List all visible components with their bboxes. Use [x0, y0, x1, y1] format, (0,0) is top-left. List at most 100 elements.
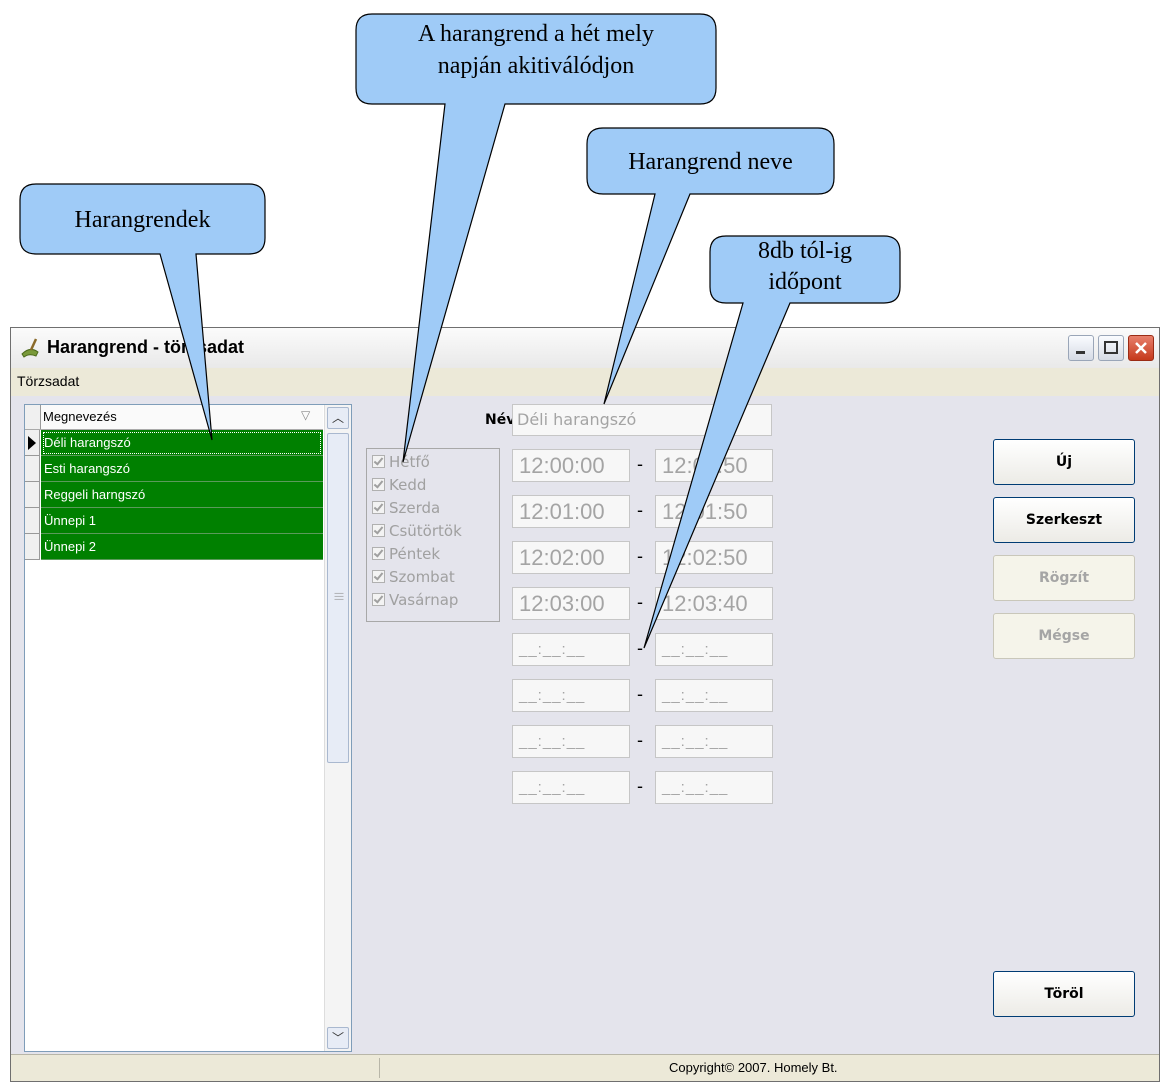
- day-checkbox-pentek[interactable]: Péntek: [372, 545, 440, 568]
- sort-filter-icon[interactable]: ▽: [301, 408, 310, 422]
- time-separator: -: [637, 546, 643, 566]
- close-button[interactable]: [1128, 335, 1154, 361]
- current-row-arrow-icon: [28, 436, 36, 450]
- checkbox-icon: [372, 593, 385, 606]
- time-to-4[interactable]: 12:03:40: [655, 587, 773, 620]
- time-to-6[interactable]: __:__:__: [655, 679, 773, 712]
- callout-times-line1: 8db tól-ig: [758, 238, 852, 264]
- menu-bar: Törzsadat: [11, 368, 1159, 396]
- callout-times-text: 8db tól-ig időpont: [710, 236, 900, 298]
- time-to-7[interactable]: __:__:__: [655, 725, 773, 758]
- time-to-1[interactable]: 12:00:50: [655, 449, 773, 482]
- time-from-4[interactable]: 12:03:00: [512, 587, 630, 620]
- status-divider: [379, 1058, 380, 1078]
- title-bar[interactable]: Harangrend - törzsadat: [11, 328, 1159, 369]
- time-from-6[interactable]: __:__:__: [512, 679, 630, 712]
- column-header-megnevezes[interactable]: Megnevezés: [43, 409, 117, 424]
- callout-days-text: A harangrend a hét mely napján akitiváló…: [356, 18, 716, 82]
- table-row[interactable]: Reggeli harngszó: [25, 482, 323, 508]
- table-row[interactable]: Esti harangszó: [25, 456, 323, 482]
- time-to-8[interactable]: __:__:__: [655, 771, 773, 804]
- time-from-3[interactable]: 12:02:00: [512, 541, 630, 574]
- time-to-3[interactable]: 12:02:50: [655, 541, 773, 574]
- row-indicator-header: [25, 405, 41, 429]
- grid-scrollbar[interactable]: ︿ — — — ﹀: [324, 405, 351, 1051]
- scroll-up-button[interactable]: ︿: [327, 407, 349, 429]
- day-label: Kedd: [389, 476, 427, 494]
- row-indicator: [25, 430, 40, 456]
- minimize-button[interactable]: [1068, 335, 1094, 361]
- day-label: Vasárnap: [389, 591, 459, 609]
- maximize-button[interactable]: [1098, 335, 1124, 361]
- time-separator: -: [637, 638, 643, 658]
- scroll-thumb[interactable]: — — —: [327, 433, 349, 763]
- checkbox-icon: [372, 478, 385, 491]
- time-from-1[interactable]: 12:00:00: [512, 449, 630, 482]
- status-bar: Copyright© 2007. Homely Bt.: [11, 1054, 1159, 1081]
- checkbox-icon: [372, 455, 385, 468]
- row-indicator: [25, 456, 40, 482]
- time-to-2[interactable]: 12:01:50: [655, 495, 773, 528]
- main-content: Megnevezés ▽ Déli harangszó Esti harangs…: [11, 396, 1159, 1055]
- time-separator: -: [637, 500, 643, 520]
- row-indicator: [25, 534, 40, 560]
- app-window: Harangrend - törzsadat Törzsadat Megneve…: [10, 327, 1160, 1082]
- checkbox-icon: [372, 501, 385, 514]
- callout-times-line2: időpont: [768, 269, 842, 295]
- chevron-up-icon: ︿: [331, 411, 344, 425]
- row-cell[interactable]: Reggeli harngszó: [41, 482, 323, 508]
- nev-input[interactable]: Déli harangszó: [512, 404, 772, 436]
- new-button[interactable]: Új: [993, 439, 1135, 485]
- minimize-icon: [1076, 351, 1085, 354]
- time-to-5[interactable]: __:__:__: [655, 633, 773, 666]
- time-from-5[interactable]: __:__:__: [512, 633, 630, 666]
- day-label: Péntek: [389, 545, 441, 563]
- table-row[interactable]: Ünnepi 1: [25, 508, 323, 534]
- save-button[interactable]: Rögzít: [993, 555, 1135, 601]
- time-separator: -: [637, 776, 643, 796]
- close-icon: [1135, 342, 1147, 354]
- chevron-down-icon: ﹀: [331, 1031, 344, 1045]
- day-checkbox-szombat[interactable]: Szombat: [372, 568, 455, 591]
- callout-days-line2: napján akitiválódjon: [437, 53, 635, 79]
- time-separator: -: [637, 730, 643, 750]
- checkbox-icon: [372, 524, 385, 537]
- checkbox-icon: [372, 570, 385, 583]
- menu-torzsadat[interactable]: Törzsadat: [17, 373, 79, 389]
- harangrend-grid[interactable]: Megnevezés ▽ Déli harangszó Esti harangs…: [24, 404, 352, 1052]
- time-from-7[interactable]: __:__:__: [512, 725, 630, 758]
- day-checkbox-csutortok[interactable]: Csütörtök: [372, 522, 462, 545]
- cancel-button[interactable]: Mégse: [993, 613, 1135, 659]
- row-indicator: [25, 508, 40, 534]
- row-cell[interactable]: Déli harangszó: [41, 430, 323, 456]
- bell-broom-icon: [21, 338, 39, 358]
- time-from-8[interactable]: __:__:__: [512, 771, 630, 804]
- row-cell[interactable]: Esti harangszó: [41, 456, 323, 482]
- callout-list-text: Harangrendek: [74, 207, 211, 233]
- day-checkbox-vasarnap[interactable]: Vasárnap: [372, 591, 458, 614]
- time-separator: -: [637, 684, 643, 704]
- scroll-down-button[interactable]: ﹀: [327, 1027, 349, 1049]
- weekday-box: Hétfő Kedd Szerda Csütörtök Péntek Szomb…: [366, 448, 500, 622]
- day-checkbox-kedd[interactable]: Kedd: [372, 476, 426, 499]
- callout-days-line1: A harangrend a hét mely: [418, 21, 654, 47]
- time-from-2[interactable]: 12:01:00: [512, 495, 630, 528]
- day-label: Csütörtök: [389, 522, 462, 540]
- edit-button[interactable]: Szerkeszt: [993, 497, 1135, 543]
- checkbox-icon: [372, 547, 385, 560]
- row-cell[interactable]: Ünnepi 2: [41, 534, 323, 560]
- callout-name-text: Harangrend neve: [628, 149, 793, 175]
- table-row[interactable]: Déli harangszó: [25, 430, 323, 456]
- row-cell[interactable]: Ünnepi 1: [41, 508, 323, 534]
- day-checkbox-hetfo[interactable]: Hétfő: [372, 453, 430, 476]
- delete-button[interactable]: Töröl: [993, 971, 1135, 1017]
- grip-icon: — — —: [334, 588, 344, 605]
- day-label: Szombat: [389, 568, 455, 586]
- grid-header: Megnevezés ▽: [25, 405, 323, 430]
- row-indicator: [25, 482, 40, 508]
- time-separator: -: [637, 592, 643, 612]
- table-row[interactable]: Ünnepi 2: [25, 534, 323, 560]
- day-checkbox-szerda[interactable]: Szerda: [372, 499, 440, 522]
- window-title: Harangrend - törzsadat: [47, 337, 245, 357]
- copyright-text: Copyright© 2007. Homely Bt.: [669, 1060, 838, 1075]
